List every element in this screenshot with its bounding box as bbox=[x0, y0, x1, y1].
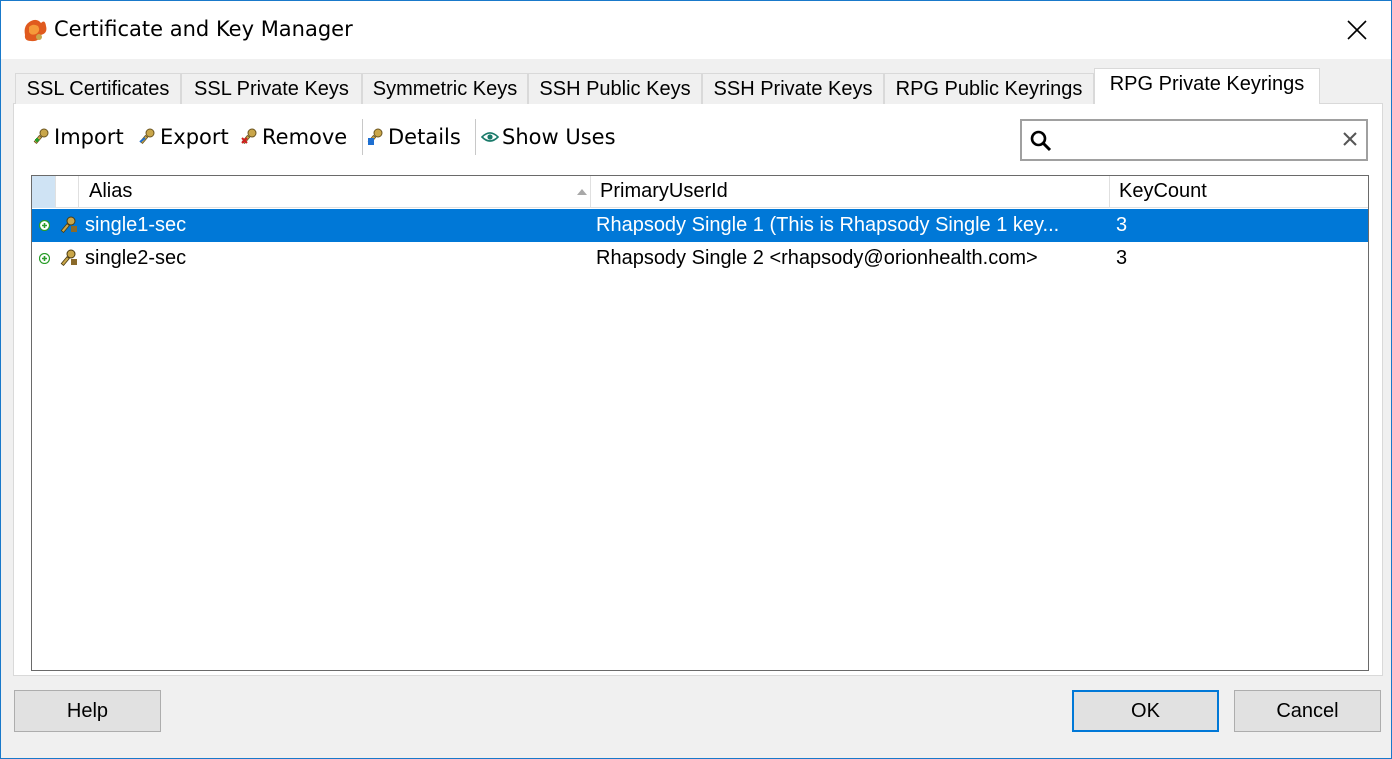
title-bar: Certificate and Key Manager bbox=[1, 1, 1391, 59]
window-title: Certificate and Key Manager bbox=[54, 17, 353, 41]
tab-ssh-public-keys[interactable]: SSH Public Keys bbox=[528, 73, 702, 104]
close-icon bbox=[1347, 20, 1367, 40]
toolbar-separator bbox=[362, 119, 363, 155]
keycount-cell: 3 bbox=[1116, 247, 1128, 269]
rhapsody-logo-icon bbox=[24, 19, 47, 42]
search-icon bbox=[1030, 130, 1052, 152]
column-header-alias[interactable]: Alias bbox=[80, 176, 591, 208]
tab-ssl-certificates[interactable]: SSL Certificates bbox=[15, 73, 181, 104]
close-button[interactable] bbox=[1331, 9, 1383, 51]
keyring-icon bbox=[60, 216, 77, 234]
alias-cell: single1-sec bbox=[85, 214, 187, 236]
import-button[interactable]: Import bbox=[33, 119, 124, 155]
tab-symmetric-keys[interactable]: Symmetric Keys bbox=[362, 73, 528, 104]
table-header: Alias PrimaryUserId KeyCount bbox=[32, 176, 1368, 208]
sort-ascending-icon bbox=[577, 189, 587, 195]
primaryuserid-cell: Rhapsody Single 1 (This is Rhapsody Sing… bbox=[596, 214, 1060, 236]
ok-button[interactable]: OK bbox=[1072, 690, 1219, 732]
remove-label: Remove bbox=[262, 125, 348, 149]
help-button[interactable]: Help bbox=[14, 690, 161, 732]
show-uses-label: Show Uses bbox=[502, 125, 616, 149]
header-corner bbox=[32, 176, 56, 208]
tab-ssl-private-keys[interactable]: SSL Private Keys bbox=[181, 73, 362, 104]
expand-icon[interactable] bbox=[39, 220, 50, 231]
import-label: Import bbox=[54, 125, 124, 149]
tab-rpg-public-keyrings[interactable]: RPG Public Keyrings bbox=[884, 73, 1094, 104]
column-header-primaryuserid[interactable]: PrimaryUserId bbox=[591, 176, 1110, 208]
search-box bbox=[1020, 119, 1368, 161]
details-label: Details bbox=[388, 125, 461, 149]
show-uses-button[interactable]: Show Uses bbox=[481, 119, 616, 155]
keyring-icon bbox=[60, 249, 77, 267]
key-import-icon bbox=[33, 128, 49, 145]
certificate-key-manager-window: Certificate and Key Manager SSL Certific… bbox=[0, 0, 1392, 759]
keycount-cell: 3 bbox=[1116, 214, 1128, 236]
toolbar-separator bbox=[475, 119, 476, 155]
tab-rpg-private-keyrings[interactable]: RPG Private Keyrings bbox=[1094, 68, 1320, 104]
table-row[interactable]: single2-sec Rhapsody Single 2 <rhapsody@… bbox=[32, 242, 1368, 275]
clear-icon[interactable] bbox=[1342, 131, 1358, 147]
key-export-icon bbox=[139, 128, 155, 145]
primaryuserid-cell: Rhapsody Single 2 <rhapsody@orionhealth.… bbox=[596, 247, 1038, 269]
export-label: Export bbox=[160, 125, 229, 149]
expand-icon[interactable] bbox=[39, 253, 50, 264]
details-button[interactable]: Details bbox=[367, 119, 461, 155]
eye-icon bbox=[481, 132, 499, 142]
remove-button[interactable]: Remove bbox=[241, 119, 347, 155]
column-header-keycount[interactable]: KeyCount bbox=[1110, 176, 1368, 208]
key-details-icon bbox=[367, 128, 383, 145]
header-icon-column bbox=[56, 176, 79, 208]
cancel-button[interactable]: Cancel bbox=[1234, 690, 1381, 732]
keyrings-table: Alias PrimaryUserId KeyCount single1-sec… bbox=[31, 175, 1369, 671]
search-input[interactable] bbox=[1062, 125, 1332, 155]
tab-ssh-private-keys[interactable]: SSH Private Keys bbox=[702, 73, 884, 104]
export-button[interactable]: Export bbox=[139, 119, 229, 155]
table-row[interactable]: single1-sec Rhapsody Single 1 (This is R… bbox=[32, 209, 1368, 242]
key-remove-icon bbox=[241, 128, 257, 145]
alias-cell: single2-sec bbox=[85, 247, 187, 269]
